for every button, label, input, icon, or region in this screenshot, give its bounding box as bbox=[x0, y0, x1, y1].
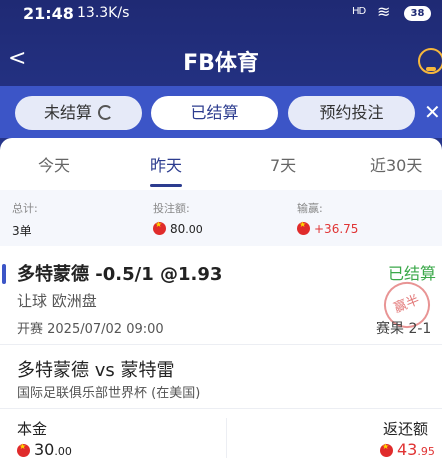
summary-bar: 总计: 3单 投注额: 80.00 输赢: +36.75 bbox=[0, 190, 442, 246]
divider bbox=[226, 418, 227, 458]
currency-flag-icon bbox=[380, 442, 393, 457]
return-amount: 43.95 bbox=[380, 440, 435, 459]
tab-unsettled-label: 未结算 bbox=[43, 103, 92, 122]
total-label: 总计: bbox=[12, 202, 38, 215]
stake-decimals: .00 bbox=[185, 223, 203, 236]
return-label: 返还额 bbox=[383, 420, 429, 438]
bet-pick: 多特蒙德 -0.5/1 @1.93 bbox=[17, 264, 223, 285]
title-row: < FB体育 bbox=[0, 40, 442, 80]
battery-icon: 38 bbox=[404, 6, 431, 21]
stake-label: 投注额: bbox=[153, 202, 190, 215]
profit-loss-label: 输赢: bbox=[297, 202, 323, 215]
total-value: 3单 bbox=[12, 224, 32, 238]
card-marker bbox=[2, 264, 6, 284]
tab-today[interactable]: 今天 bbox=[38, 152, 70, 176]
bet-card[interactable]: 多特蒙德 -0.5/1 @1.93 已结算 让球 欧洲盘 赢半 开赛 2025/… bbox=[0, 248, 442, 463]
profit-loss-amount: +36.75 bbox=[297, 220, 359, 236]
principal-decimals: .00 bbox=[54, 445, 72, 458]
divider bbox=[0, 408, 442, 409]
match-result: 赛果 2-1 bbox=[376, 321, 432, 337]
match-title: 多特蒙德 vs 蒙特雷 bbox=[17, 360, 175, 381]
tab-unsettled[interactable]: 未结算 bbox=[15, 96, 142, 130]
page-title: FB体育 bbox=[183, 51, 259, 76]
return-decimals: .95 bbox=[417, 445, 435, 458]
currency-flag-icon bbox=[153, 220, 166, 235]
active-tab-indicator bbox=[150, 184, 182, 187]
network-speed: 13.3K/s bbox=[77, 5, 130, 21]
tab-booking[interactable]: 预约投注 bbox=[288, 96, 415, 130]
principal-amount: 30.00 bbox=[17, 440, 72, 459]
records-panel: 今天 昨天 7天 近30天 总计: 3单 投注额: 80.00 输赢: +36.… bbox=[0, 138, 442, 463]
stake-amount: 80.00 bbox=[153, 220, 203, 236]
tab-settled[interactable]: 已结算 bbox=[151, 96, 278, 130]
tab-7-days[interactable]: 7天 bbox=[270, 152, 296, 176]
bet-type: 让球 欧洲盘 bbox=[17, 292, 97, 310]
return-value: 43 bbox=[397, 440, 418, 459]
tab-30-days[interactable]: 近30天 bbox=[370, 152, 422, 176]
principal-value: 30 bbox=[34, 440, 55, 459]
status-bar: 21:48 13.3K/s HD ≋ 38 bbox=[0, 0, 442, 30]
bet-status-tabs: 未结算 已结算 预约投注 ✕ bbox=[0, 86, 442, 138]
principal-label: 本金 bbox=[17, 420, 48, 438]
divider bbox=[0, 344, 442, 345]
tab-yesterday[interactable]: 昨天 bbox=[150, 152, 182, 176]
league-name: 国际足联俱乐部世界杯 (在美国) bbox=[17, 386, 201, 401]
currency-flag-icon bbox=[17, 442, 30, 457]
profit-loss-value: +36.75 bbox=[314, 222, 359, 236]
kickoff-time: 开赛 2025/07/02 09:00 bbox=[17, 322, 164, 337]
wifi-icon: ≋ bbox=[377, 2, 391, 21]
signal-icon: HD bbox=[352, 6, 366, 17]
bet-status: 已结算 bbox=[388, 264, 437, 283]
customer-service-icon[interactable] bbox=[418, 48, 442, 74]
stake-value: 80 bbox=[170, 222, 186, 236]
refresh-icon[interactable] bbox=[98, 105, 113, 120]
currency-flag-icon bbox=[297, 220, 310, 235]
status-time: 21:48 bbox=[23, 4, 74, 23]
close-icon[interactable]: ✕ bbox=[424, 100, 441, 124]
